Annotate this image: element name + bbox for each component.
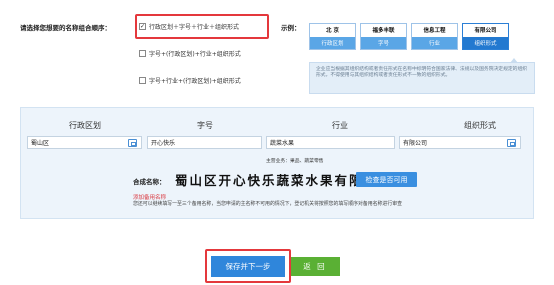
back-button[interactable]: 返 回: [290, 257, 340, 276]
brand-field[interactable]: 开心快乐: [147, 136, 262, 149]
industry-field[interactable]: 蔬菜水果: [266, 136, 395, 149]
org-form-field[interactable]: 有限公司: [399, 136, 521, 149]
header-industry: 行业: [332, 121, 348, 130]
example-card-title: 信息工程: [423, 28, 446, 35]
brand-value: 开心快乐: [151, 140, 176, 147]
highlight-box-save: [205, 249, 291, 283]
header-region: 行政区划: [69, 121, 101, 130]
region-value: 蜀山区: [31, 140, 50, 147]
order-option-label: 字号+(行政区划)+行业+组织形式: [149, 51, 241, 58]
example-card-caption: 行业: [412, 36, 457, 49]
check-availability-button[interactable]: 检查是否可用: [356, 172, 417, 187]
example-card-industry: 信息工程 行业: [411, 23, 458, 50]
alternate-name-note: 您还可以继续填写一至三个备用名称，当您申请的主名称不可用的情况下，登记机关将按照…: [133, 201, 402, 207]
industry-value: 蔬菜水果: [270, 140, 295, 147]
org-form-value: 有限公司: [403, 140, 428, 147]
example-card-region: 北 京 行政区划: [309, 23, 356, 50]
example-tooltip-note: 企业应当根据其组织结构或者责任形式在名称中标明符合国家法律、法规以及国务院决定规…: [309, 58, 535, 94]
example-label: 示例：: [281, 24, 301, 32]
header-org: 组织形式: [464, 121, 496, 130]
order-question-label: 请选择您想要的名称组合顺序：: [20, 24, 111, 32]
org-form-picker-icon[interactable]: [507, 139, 516, 147]
example-card-title: 有限公司: [474, 28, 497, 35]
region-picker-icon[interactable]: [128, 139, 137, 147]
order-option-brand-first[interactable]: 字号+(行政区划)+行业+组织形式: [139, 49, 241, 58]
example-card-caption: 字号: [361, 36, 406, 49]
order-option-label: 字号+行业+(行政区划)+组织形式: [149, 78, 241, 85]
example-card-caption: 行政区划: [310, 36, 355, 49]
add-alternate-name-link[interactable]: 添加备用名称: [133, 193, 166, 201]
example-card-title: 北 京: [326, 28, 339, 35]
example-cards: 北 京 行政区划 福多丰联 字号 信息工程 行业 有限公司 组织形式: [309, 23, 509, 50]
region-field[interactable]: 蜀山区: [27, 136, 142, 149]
example-card-brand: 福多丰联 字号: [360, 23, 407, 50]
example-card-caption: 组织形式: [463, 36, 508, 49]
example-card-org: 有限公司 组织形式: [462, 23, 509, 50]
order-checkbox-2[interactable]: [139, 50, 146, 57]
example-card-title: 福多丰联: [372, 28, 395, 35]
order-option-brand-industry-first[interactable]: 字号+行业+(行政区划)+组织形式: [139, 76, 241, 85]
combined-name-label: 合成名称：: [133, 178, 166, 186]
highlight-box-option: [135, 14, 269, 39]
order-checkbox-3[interactable]: [139, 77, 146, 84]
business-scope-text: 主营业务：果品、蔬菜零售: [266, 159, 324, 164]
header-brand: 字号: [197, 121, 213, 130]
